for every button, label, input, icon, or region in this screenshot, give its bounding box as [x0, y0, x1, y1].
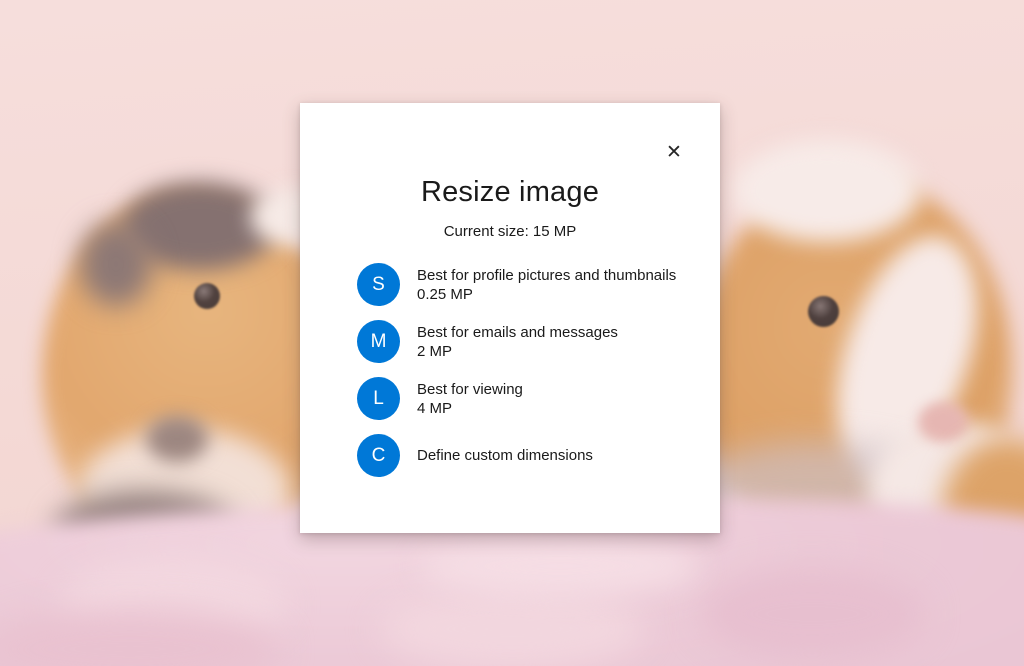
resize-option-medium[interactable]: M Best for emails and messages 2 MP [357, 320, 618, 363]
resize-option-small[interactable]: S Best for profile pictures and thumbnai… [357, 263, 676, 306]
size-badge-m: M [357, 320, 400, 363]
guinea-pig-right-crest [733, 140, 921, 242]
blanket-texture [700, 568, 925, 660]
option-size: 2 MP [417, 342, 618, 361]
current-size-label: Current size: 15 MP [300, 223, 720, 241]
option-text: Define custom dimensions [417, 446, 593, 465]
option-label: Best for emails and messages [417, 323, 618, 342]
size-badge-s: S [357, 263, 400, 306]
guinea-pig-left-black-patch-2 [80, 222, 152, 306]
guinea-pig-right-nose [918, 402, 968, 442]
resize-image-dialog: ✕ Resize image Current size: 15 MP S Bes… [300, 103, 720, 533]
option-text: Best for viewing 4 MP [417, 380, 523, 418]
guinea-pig-right-eye [808, 296, 839, 327]
guinea-pig-left-nose [146, 416, 208, 462]
resize-option-custom[interactable]: C Define custom dimensions [357, 434, 593, 477]
option-size: 4 MP [417, 399, 523, 418]
close-icon: ✕ [666, 143, 682, 162]
resize-options-list: S Best for profile pictures and thumbnai… [300, 263, 720, 477]
option-label: Best for profile pictures and thumbnails [417, 266, 676, 285]
dialog-title: Resize image [300, 175, 720, 209]
blanket-texture [380, 588, 645, 666]
size-badge-l: L [357, 377, 400, 420]
resize-option-large[interactable]: L Best for viewing 4 MP [357, 377, 523, 420]
option-text: Best for emails and messages 2 MP [417, 323, 618, 361]
close-button[interactable]: ✕ [659, 137, 689, 167]
option-size: 0.25 MP [417, 285, 676, 304]
size-badge-c: C [357, 434, 400, 477]
blanket-texture [420, 536, 700, 596]
option-label: Define custom dimensions [417, 446, 593, 465]
guinea-pig-left-eye [194, 283, 220, 309]
option-text: Best for profile pictures and thumbnails… [417, 266, 676, 304]
option-label: Best for viewing [417, 380, 523, 399]
